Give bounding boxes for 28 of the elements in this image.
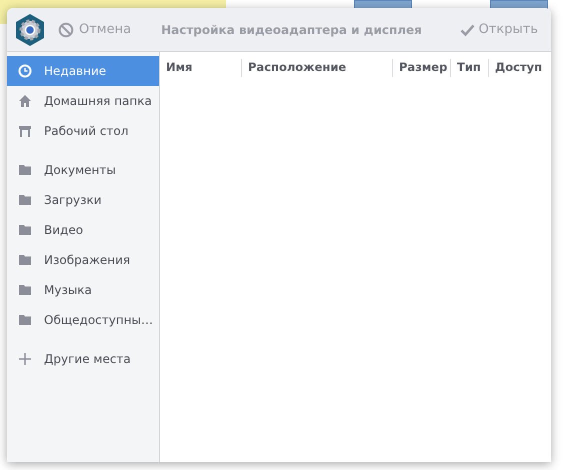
folder-icon <box>18 253 32 267</box>
home-icon <box>18 94 32 108</box>
sidebar-item[interactable]: Домашняя папка <box>7 86 159 116</box>
column-header[interactable]: Доступ <box>489 59 549 77</box>
folder-icon <box>18 163 32 177</box>
desktop-icon <box>18 124 32 138</box>
dialog-title: Настройка видеоадаптера и дисплея <box>161 22 422 38</box>
clock-icon <box>18 64 32 78</box>
sidebar-item[interactable]: Изображения <box>7 245 159 275</box>
column-header[interactable]: Расположение <box>242 59 393 77</box>
folder-icon <box>18 193 32 207</box>
column-header[interactable]: Размер <box>393 59 451 77</box>
sidebar-item[interactable]: Общедоступны… <box>7 305 159 335</box>
sidebar-item[interactable]: Другие места <box>7 344 159 374</box>
check-icon <box>460 22 475 36</box>
sidebar-item[interactable]: Видео <box>7 215 159 245</box>
cancel-icon <box>58 22 74 38</box>
folder-icon <box>18 223 32 237</box>
column-header[interactable]: Имя <box>160 59 242 77</box>
sidebar-item[interactable]: Загрузки <box>7 185 159 215</box>
sidebar-item[interactable]: Документы <box>7 155 159 185</box>
gear-app-icon <box>14 12 46 46</box>
folder-icon <box>18 283 32 297</box>
sidebar-item[interactable]: Музыка <box>7 275 159 305</box>
column-header[interactable]: Тип <box>451 59 489 77</box>
plus-icon <box>18 352 32 366</box>
sidebar-item[interactable]: Рабочий стол <box>7 116 159 146</box>
folder-icon <box>18 313 32 327</box>
